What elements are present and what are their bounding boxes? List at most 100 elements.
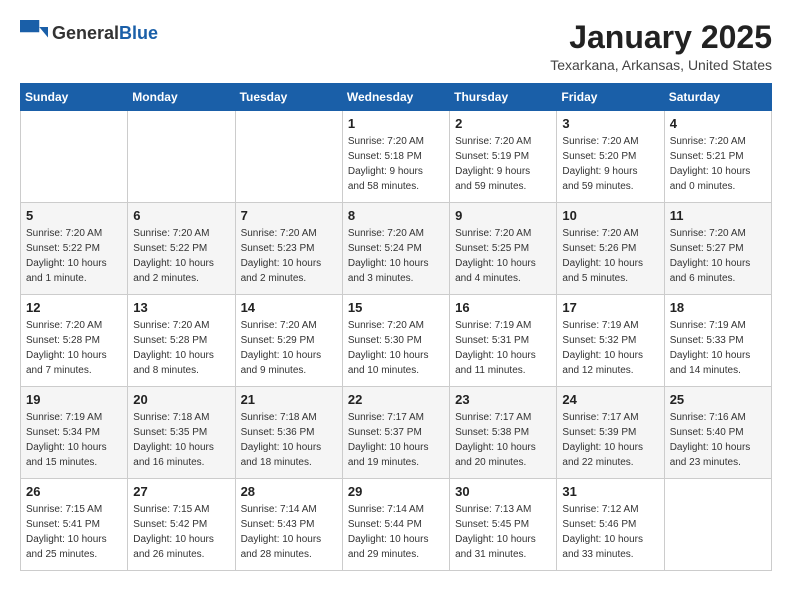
- calendar-cell: [235, 111, 342, 203]
- calendar-week-5: 26 Sunrise: 7:15 AM Sunset: 5:41 PM Dayli…: [21, 479, 772, 571]
- day-number: 15: [348, 300, 444, 315]
- calendar-cell: 17 Sunrise: 7:19 AM Sunset: 5:32 PM Dayli…: [557, 295, 664, 387]
- day-info: Sunrise: 7:20 AM Sunset: 5:24 PM Dayligh…: [348, 226, 444, 286]
- day-number: 19: [26, 392, 122, 407]
- day-info: Sunrise: 7:20 AM Sunset: 5:22 PM Dayligh…: [133, 226, 229, 286]
- day-number: 21: [241, 392, 337, 407]
- calendar-cell: 31 Sunrise: 7:12 AM Sunset: 5:46 PM Dayli…: [557, 479, 664, 571]
- day-number: 24: [562, 392, 658, 407]
- day-number: 22: [348, 392, 444, 407]
- day-info: Sunrise: 7:20 AM Sunset: 5:18 PM Dayligh…: [348, 134, 444, 194]
- day-info: Sunrise: 7:12 AM Sunset: 5:46 PM Dayligh…: [562, 502, 658, 562]
- day-number: 30: [455, 484, 551, 499]
- calendar-cell: 16 Sunrise: 7:19 AM Sunset: 5:31 PM Dayli…: [450, 295, 557, 387]
- day-number: 12: [26, 300, 122, 315]
- day-number: 31: [562, 484, 658, 499]
- day-header-thursday: Thursday: [450, 84, 557, 111]
- day-info: Sunrise: 7:20 AM Sunset: 5:28 PM Dayligh…: [133, 318, 229, 378]
- calendar-cell: 6 Sunrise: 7:20 AM Sunset: 5:22 PM Daylig…: [128, 203, 235, 295]
- day-info: Sunrise: 7:18 AM Sunset: 5:36 PM Dayligh…: [241, 410, 337, 470]
- day-number: 9: [455, 208, 551, 223]
- day-info: Sunrise: 7:18 AM Sunset: 5:35 PM Dayligh…: [133, 410, 229, 470]
- calendar-cell: 19 Sunrise: 7:19 AM Sunset: 5:34 PM Dayli…: [21, 387, 128, 479]
- calendar-cell: [664, 479, 771, 571]
- calendar-cell: 11 Sunrise: 7:20 AM Sunset: 5:27 PM Dayli…: [664, 203, 771, 295]
- logo: GeneralBlue: [20, 20, 158, 48]
- calendar-cell: 29 Sunrise: 7:14 AM Sunset: 5:44 PM Dayli…: [342, 479, 449, 571]
- calendar-cell: [21, 111, 128, 203]
- day-info: Sunrise: 7:14 AM Sunset: 5:44 PM Dayligh…: [348, 502, 444, 562]
- calendar-cell: [128, 111, 235, 203]
- calendar-week-4: 19 Sunrise: 7:19 AM Sunset: 5:34 PM Dayli…: [21, 387, 772, 479]
- day-header-friday: Friday: [557, 84, 664, 111]
- day-info: Sunrise: 7:17 AM Sunset: 5:38 PM Dayligh…: [455, 410, 551, 470]
- location-title: Texarkana, Arkansas, United States: [550, 57, 772, 73]
- calendar-cell: 4 Sunrise: 7:20 AM Sunset: 5:21 PM Daylig…: [664, 111, 771, 203]
- calendar-cell: 15 Sunrise: 7:20 AM Sunset: 5:30 PM Dayli…: [342, 295, 449, 387]
- calendar-cell: 24 Sunrise: 7:17 AM Sunset: 5:39 PM Dayli…: [557, 387, 664, 479]
- calendar-cell: 2Sunrise: 7:20 AM Sunset: 5:19 PM Daylig…: [450, 111, 557, 203]
- day-info: Sunrise: 7:20 AM Sunset: 5:28 PM Dayligh…: [26, 318, 122, 378]
- title-area: January 2025 Texarkana, Arkansas, United…: [550, 20, 772, 73]
- day-info: Sunrise: 7:15 AM Sunset: 5:41 PM Dayligh…: [26, 502, 122, 562]
- day-header-sunday: Sunday: [21, 84, 128, 111]
- calendar-cell: 1 Sunrise: 7:20 AM Sunset: 5:18 PM Daylig…: [342, 111, 449, 203]
- calendar-cell: 9 Sunrise: 7:20 AM Sunset: 5:25 PM Daylig…: [450, 203, 557, 295]
- calendar-cell: 30Sunrise: 7:13 AM Sunset: 5:45 PM Dayli…: [450, 479, 557, 571]
- logo-general: GeneralBlue: [52, 24, 158, 44]
- calendar-cell: 5 Sunrise: 7:20 AM Sunset: 5:22 PM Daylig…: [21, 203, 128, 295]
- day-info: Sunrise: 7:20 AM Sunset: 5:21 PM Dayligh…: [670, 134, 766, 194]
- day-number: 17: [562, 300, 658, 315]
- day-number: 23: [455, 392, 551, 407]
- calendar-cell: 3 Sunrise: 7:20 AM Sunset: 5:20 PM Daylig…: [557, 111, 664, 203]
- calendar-cell: 7 Sunrise: 7:20 AM Sunset: 5:23 PM Daylig…: [235, 203, 342, 295]
- day-info: Sunrise: 7:20 AM Sunset: 5:22 PM Dayligh…: [26, 226, 122, 286]
- day-info: Sunrise: 7:19 AM Sunset: 5:31 PM Dayligh…: [455, 318, 551, 378]
- day-number: 20: [133, 392, 229, 407]
- day-number: 6: [133, 208, 229, 223]
- day-info: Sunrise: 7:20 AM Sunset: 5:25 PM Dayligh…: [455, 226, 551, 286]
- calendar-header-row: SundayMondayTuesdayWednesdayThursdayFrid…: [21, 84, 772, 111]
- calendar-cell: 26 Sunrise: 7:15 AM Sunset: 5:41 PM Dayli…: [21, 479, 128, 571]
- day-number: 11: [670, 208, 766, 223]
- day-info: Sunrise: 7:20 AM Sunset: 5:30 PM Dayligh…: [348, 318, 444, 378]
- day-number: 1: [348, 116, 444, 131]
- day-number: 16: [455, 300, 551, 315]
- calendar-table: SundayMondayTuesdayWednesdayThursdayFrid…: [20, 83, 772, 571]
- day-header-monday: Monday: [128, 84, 235, 111]
- calendar-body: 1 Sunrise: 7:20 AM Sunset: 5:18 PM Daylig…: [21, 111, 772, 571]
- calendar-week-2: 5 Sunrise: 7:20 AM Sunset: 5:22 PM Daylig…: [21, 203, 772, 295]
- calendar-cell: 18 Sunrise: 7:19 AM Sunset: 5:33 PM Dayli…: [664, 295, 771, 387]
- day-info: Sunrise: 7:17 AM Sunset: 5:37 PM Dayligh…: [348, 410, 444, 470]
- day-number: 8: [348, 208, 444, 223]
- day-info: Sunrise: 7:20 AM Sunset: 5:29 PM Dayligh…: [241, 318, 337, 378]
- day-number: 18: [670, 300, 766, 315]
- day-info: Sunrise: 7:19 AM Sunset: 5:34 PM Dayligh…: [26, 410, 122, 470]
- day-info: Sunrise: 7:17 AM Sunset: 5:39 PM Dayligh…: [562, 410, 658, 470]
- day-number: 25: [670, 392, 766, 407]
- day-info: Sunrise: 7:19 AM Sunset: 5:33 PM Dayligh…: [670, 318, 766, 378]
- day-number: 10: [562, 208, 658, 223]
- day-number: 29: [348, 484, 444, 499]
- calendar-week-3: 12 Sunrise: 7:20 AM Sunset: 5:28 PM Dayli…: [21, 295, 772, 387]
- logo-icon: [20, 20, 48, 48]
- calendar-cell: 23 Sunrise: 7:17 AM Sunset: 5:38 PM Dayli…: [450, 387, 557, 479]
- day-info: Sunrise: 7:19 AM Sunset: 5:32 PM Dayligh…: [562, 318, 658, 378]
- calendar-cell: 27Sunrise: 7:15 AM Sunset: 5:42 PM Dayli…: [128, 479, 235, 571]
- day-number: 26: [26, 484, 122, 499]
- day-header-tuesday: Tuesday: [235, 84, 342, 111]
- calendar-cell: 13Sunrise: 7:20 AM Sunset: 5:28 PM Dayli…: [128, 295, 235, 387]
- calendar-cell: 25Sunrise: 7:16 AM Sunset: 5:40 PM Dayli…: [664, 387, 771, 479]
- day-info: Sunrise: 7:20 AM Sunset: 5:19 PM Dayligh…: [455, 134, 551, 194]
- day-info: Sunrise: 7:20 AM Sunset: 5:23 PM Dayligh…: [241, 226, 337, 286]
- day-number: 7: [241, 208, 337, 223]
- day-number: 3: [562, 116, 658, 131]
- day-number: 5: [26, 208, 122, 223]
- day-number: 4: [670, 116, 766, 131]
- day-header-saturday: Saturday: [664, 84, 771, 111]
- day-header-wednesday: Wednesday: [342, 84, 449, 111]
- day-info: Sunrise: 7:20 AM Sunset: 5:27 PM Dayligh…: [670, 226, 766, 286]
- day-info: Sunrise: 7:20 AM Sunset: 5:20 PM Dayligh…: [562, 134, 658, 194]
- calendar-cell: 10Sunrise: 7:20 AM Sunset: 5:26 PM Dayli…: [557, 203, 664, 295]
- calendar-cell: 8 Sunrise: 7:20 AM Sunset: 5:24 PM Daylig…: [342, 203, 449, 295]
